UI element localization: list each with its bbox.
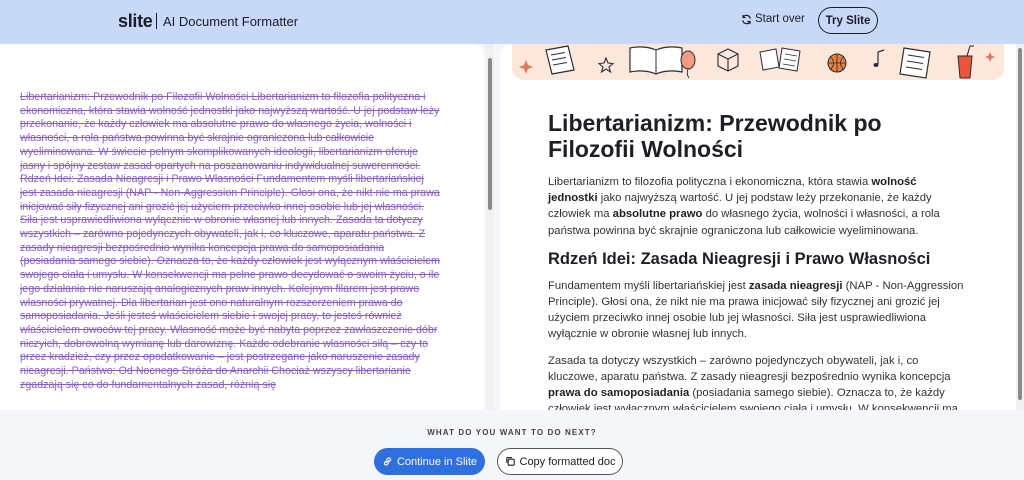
refresh-icon	[742, 14, 751, 24]
source-scrollbar-thumb[interactable]	[488, 58, 492, 210]
link-icon	[383, 457, 392, 466]
slite-logo[interactable]: slite	[118, 11, 153, 32]
music-note-icon	[877, 49, 885, 64]
doodle-illustration	[519, 45, 995, 79]
source-text: Libertarianizm: Przewodnik po Filozofii …	[20, 91, 440, 391]
sparkle-icon	[519, 60, 533, 74]
app-title: AI Document Formatter	[163, 14, 299, 29]
copy-icon	[505, 457, 515, 466]
continue-label: Continue in Slite	[396, 455, 478, 468]
doc-heading-core-idea: Rdzeń Idei: Zasada Nieagresji i Prawo Wł…	[548, 249, 931, 268]
copy-label: Copy formatted doc	[519, 455, 616, 468]
note-icon	[759, 48, 780, 71]
app-header: slite AI Document Formatter Start over T…	[0, 0, 1024, 44]
formatted-doc-panel[interactable]: Libertarianizm: Przewodnik po Filozofii …	[500, 44, 1016, 410]
cube-icon	[717, 48, 739, 72]
doc-paragraph-intro: Libertarianizm to filozofia polityczna i…	[548, 176, 940, 237]
start-over-button[interactable]: Start over	[741, 13, 805, 25]
doc-paragraph-self-ownership: Zasada ta dotyczy wszystkich – zarówno p…	[548, 354, 958, 410]
action-footer: WHAT DO YOU WANT TO DO NEXT? Continue in…	[0, 410, 1024, 480]
start-over-label: Start over	[755, 13, 805, 25]
try-slite-button[interactable]: Try Slite	[818, 7, 878, 34]
logo-divider	[156, 13, 157, 29]
copy-formatted-doc-button[interactable]: Copy formatted doc	[497, 448, 623, 475]
balloon-icon	[680, 50, 696, 70]
continue-in-slite-button[interactable]: Continue in Slite	[374, 448, 485, 475]
doc-title: Libertarianizm: Przewodnik po Filozofii …	[548, 110, 882, 162]
paper-icon-2	[899, 47, 931, 79]
doc-paragraph-nap: Fundamentem myśli libertariańskiej jest …	[548, 279, 964, 341]
cup-icon	[957, 55, 973, 79]
paper-icon	[545, 45, 575, 75]
source-text-panel[interactable]: Libertarianizm: Przewodnik po Filozofii …	[0, 44, 484, 410]
doc-cover-banner	[512, 44, 1004, 80]
formatted-document: Libertarianizm: Przewodnik po Filozofii …	[548, 110, 968, 410]
doc-scrollbar-thumb[interactable]	[1018, 48, 1022, 400]
star-icon	[597, 56, 615, 74]
next-step-question: WHAT DO YOU WANT TO DO NEXT?	[427, 428, 597, 437]
